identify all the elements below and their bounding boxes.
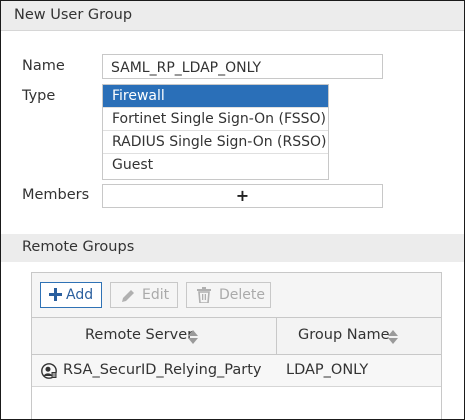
remote-groups-toolbar: Add Edit Delete — [32, 273, 441, 318]
name-input[interactable]: SAML_RP_LDAP_ONLY — [102, 54, 383, 79]
type-label: Type — [22, 88, 56, 104]
dialog-title: New User Group — [14, 7, 133, 23]
type-option-firewall[interactable]: Firewall — [103, 85, 328, 108]
type-option-rsso[interactable]: RADIUS Single Sign-On (RSSO) — [103, 131, 328, 154]
sort-icon[interactable] — [188, 330, 198, 344]
table-header: Remote Server Group Name — [32, 318, 441, 355]
edit-button[interactable]: Edit — [110, 282, 178, 308]
type-listbox[interactable]: Firewall Fortinet Single Sign-On (FSSO) … — [102, 84, 329, 180]
remote-server-header-label: Remote Server — [85, 327, 194, 343]
group-name-cell: LDAP_ONLY — [286, 362, 369, 378]
plus-icon — [49, 288, 62, 301]
remote-server-cell: RSA_SecurID_Relying_Party — [63, 362, 262, 378]
pencil-icon — [121, 288, 136, 303]
remote-groups-panel: Add Edit Delete Remote Server Group Name… — [31, 272, 442, 419]
type-option-fsso[interactable]: Fortinet Single Sign-On (FSSO) — [103, 108, 328, 131]
new-user-group-dialog: New User Group Name SAML_RP_LDAP_ONLY Ty… — [0, 0, 465, 420]
type-option-guest[interactable]: Guest — [103, 154, 328, 177]
remote-groups-title: Remote Groups — [22, 239, 135, 255]
edit-label: Edit — [142, 287, 170, 303]
name-label: Name — [22, 58, 65, 74]
members-add-button[interactable]: + — [102, 184, 383, 208]
group-name-header-label: Group Name — [298, 327, 390, 343]
table-row[interactable]: RSA_SecurID_Relying_Party LDAP_ONLY — [32, 355, 441, 387]
remote-groups-section-header: Remote Groups — [1, 234, 464, 262]
dialog-header: New User Group — [1, 1, 464, 31]
sort-icon[interactable] — [388, 330, 398, 344]
add-label: Add — [66, 287, 94, 303]
members-label: Members — [22, 187, 90, 203]
trash-icon — [197, 287, 211, 303]
delete-button[interactable]: Delete — [186, 282, 271, 308]
delete-label: Delete — [219, 287, 265, 303]
user-server-icon — [41, 363, 57, 379]
add-button[interactable]: Add — [40, 282, 102, 308]
